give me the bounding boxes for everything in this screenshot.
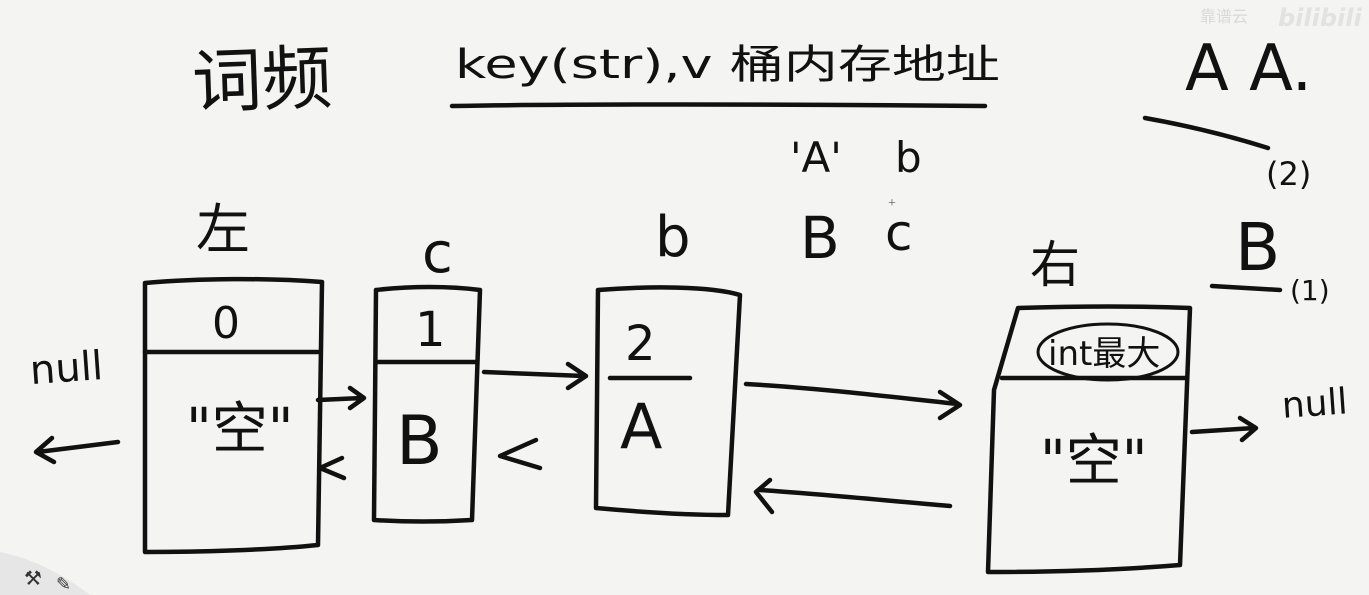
watermark-text: 靠谱云 — [1200, 7, 1248, 26]
annotation-quote-A: 'A' — [790, 133, 842, 182]
toolbar-fragment-bg — [0, 552, 90, 595]
bucket-header-b: b — [655, 205, 691, 270]
arrow-2-to-1 — [497, 437, 543, 471]
right-note-B: B — [1235, 209, 1280, 286]
bucket-0-content: "空" — [186, 397, 294, 462]
arrow-right-to-2 — [753, 477, 953, 515]
right-note-count-2: (2) — [1266, 155, 1311, 193]
arrow-2-to-right — [743, 381, 963, 421]
arrow-0-to-1 — [315, 385, 367, 411]
bucket-2-content: A — [620, 390, 662, 463]
annotation-c-mid: c — [885, 204, 913, 262]
bucket-header-c: c — [422, 221, 453, 286]
cursor-crosshair-icon: + — [888, 196, 896, 211]
bucket-right-index: int最大 — [1048, 334, 1160, 374]
bucket-1-content: B — [396, 402, 443, 481]
left-null-label: null — [28, 343, 104, 394]
right-note-B-underline — [1209, 283, 1283, 293]
right-null-label: null — [1281, 381, 1349, 426]
pen-tool-icon[interactable]: ✎ — [56, 574, 71, 594]
bucket-0-index: 0 — [212, 298, 240, 349]
right-null-arrow — [1189, 415, 1259, 443]
bucket-2-frame — [593, 285, 743, 518]
page-title: 词频 — [191, 37, 334, 124]
hammer-icon[interactable]: ⚒ — [24, 568, 42, 590]
bucket-2 — [593, 285, 743, 518]
bucket-right-content: "空" — [1040, 429, 1148, 494]
whiteboard-canvas: 靠谱云 bilibili 词频 key(str),v 桶内存地址 'A' b B… — [0, 4, 1362, 595]
right-note-line — [1142, 115, 1271, 151]
bucket-header-right: 右 — [1030, 236, 1080, 294]
header-underline — [449, 102, 988, 109]
bucket-header-left: 左 — [196, 198, 250, 261]
bucket-2-index: 2 — [625, 316, 656, 372]
left-null-arrow — [33, 435, 121, 465]
right-note-AA: A A. — [1185, 32, 1312, 106]
annotation-B-mid: B — [800, 204, 840, 272]
arrow-1-to-2 — [481, 361, 589, 391]
right-note-count-1: (1) — [1290, 274, 1330, 307]
header-annotation: key(str),v 桶内存地址 — [455, 42, 1000, 88]
annotation-b-small: b — [895, 133, 922, 182]
toolbar-fragment[interactable]: ⚒ ✎ — [0, 552, 90, 595]
arrow-1-to-0 — [317, 455, 347, 481]
bucket-1-index: 1 — [415, 302, 446, 358]
watermark-logo: bilibili — [1278, 4, 1362, 32]
